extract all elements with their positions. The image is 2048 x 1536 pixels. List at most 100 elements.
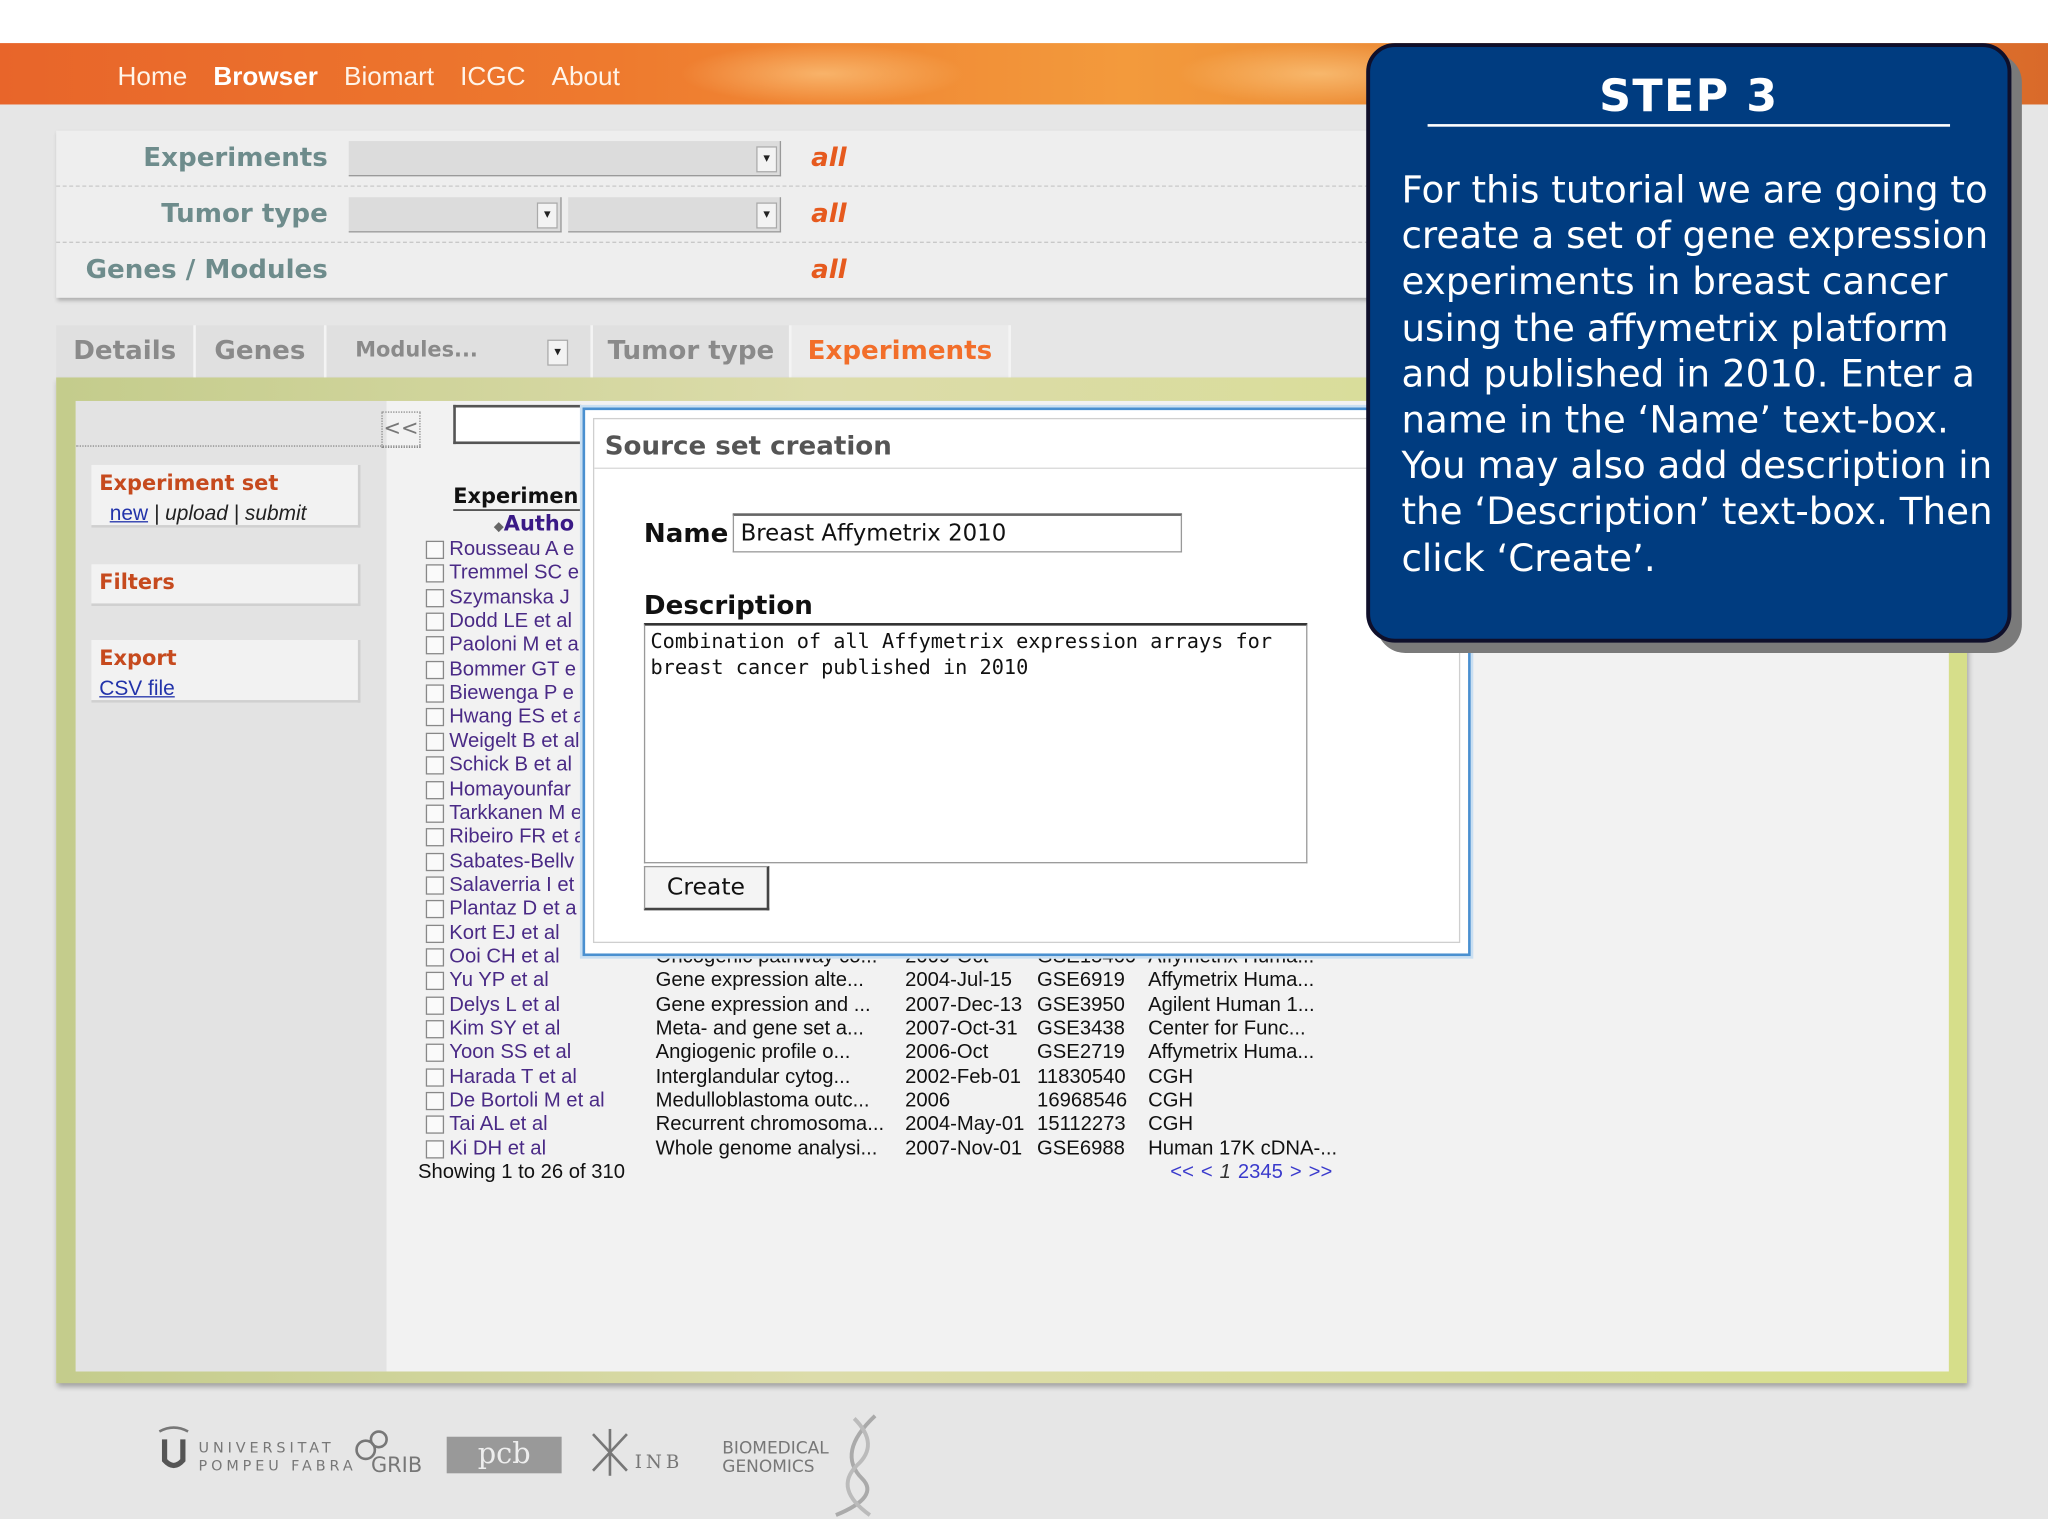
author-link[interactable]: Ki DH et al <box>449 1137 546 1161</box>
first-page-link[interactable]: << <box>1170 1161 1194 1183</box>
row-checkbox[interactable] <box>425 756 445 775</box>
screen: Home Browser Biomart ICGC About Experime… <box>0 0 2048 1536</box>
row-checkbox[interactable] <box>425 684 445 703</box>
collapse-sidebar-button[interactable]: << <box>381 411 421 448</box>
tab-tumor-type[interactable]: Tumor type <box>592 325 792 378</box>
author-link[interactable]: Yu YP et al <box>449 970 548 994</box>
author-link[interactable]: Kim SY et al <box>449 1017 560 1041</box>
row-checkbox[interactable] <box>425 876 445 895</box>
description-field[interactable]: Combination of all Affymetrix expression… <box>643 623 1308 864</box>
inb-logo-text: INB <box>634 1452 684 1474</box>
author-link[interactable]: Szymanska J <box>449 586 569 610</box>
row-checkbox[interactable] <box>425 996 445 1015</box>
row-checkbox[interactable] <box>425 900 445 919</box>
csv-export-link[interactable]: CSV file <box>99 678 174 702</box>
tab-experiments[interactable]: Experiments <box>791 325 1011 378</box>
row-checkbox[interactable] <box>425 540 445 560</box>
name-field[interactable] <box>732 513 1183 553</box>
nav-home[interactable]: Home <box>118 63 188 93</box>
upf-logo-icon <box>154 1424 193 1474</box>
submit-link[interactable]: submit <box>245 503 307 525</box>
author-link[interactable]: Dodd LE et al <box>449 610 572 634</box>
prev-page-link[interactable]: < <box>1201 1161 1213 1183</box>
row-checkbox[interactable] <box>425 1139 445 1159</box>
nav-about[interactable]: About <box>552 63 620 93</box>
row-checkbox[interactable] <box>425 708 445 727</box>
tab-modules[interactable]: Modules... ▾ <box>326 325 593 378</box>
row-checkbox[interactable] <box>425 636 445 655</box>
row-checkbox[interactable] <box>425 780 445 799</box>
sidebar: Experiment set new | upload | submit Fil… <box>75 400 387 1372</box>
create-button[interactable]: Create <box>643 865 770 911</box>
footer-logos: UNIVERSITAT POMPEU FABRA GRIB pcb INB BI… <box>0 1384 2048 1536</box>
author-link[interactable]: Kort EJ et al <box>449 922 559 946</box>
author-link[interactable]: Paoloni M et a <box>449 634 578 658</box>
last-page-link[interactable]: >> <box>1309 1161 1333 1183</box>
row-checkbox[interactable] <box>425 588 445 607</box>
row-checkbox[interactable] <box>425 852 445 871</box>
dialog-title[interactable]: Source set creation <box>605 430 892 461</box>
page-link[interactable]: 2 <box>1238 1161 1249 1183</box>
row-checkbox[interactable] <box>425 828 445 847</box>
row-checkbox[interactable] <box>425 1044 445 1063</box>
row-checkbox[interactable] <box>425 732 445 751</box>
author-link[interactable]: Tai AL et al <box>449 1113 547 1137</box>
author-link[interactable]: Yoon SS et al <box>449 1041 571 1065</box>
callout-title: STEP 3 <box>1599 70 1779 123</box>
row-checkbox[interactable] <box>425 924 445 943</box>
table-search-input[interactable] <box>453 404 582 445</box>
dialog-body: Source set creation Name Description Com… <box>592 417 1465 944</box>
author-link[interactable]: Tremmel SC e <box>449 562 579 586</box>
nav-biomart[interactable]: Biomart <box>344 63 434 93</box>
row-checkbox[interactable] <box>425 804 445 823</box>
author-link[interactable]: De Bortoli M et al <box>449 1089 604 1113</box>
tab-details[interactable]: Details <box>56 325 196 378</box>
filters-title[interactable]: Filters <box>99 569 175 594</box>
tumor-type-select-secondary[interactable]: ▾ <box>568 197 782 233</box>
biomedical-genomics-logo-bottom: GENOMICS <box>722 1457 815 1478</box>
author-link[interactable]: Tarkkanen M e <box>449 802 582 826</box>
genes-modules-filter-value[interactable]: all <box>811 253 847 284</box>
row-checkbox[interactable] <box>425 948 445 967</box>
upload-link[interactable]: upload <box>165 503 228 525</box>
dialog-title-divider <box>594 467 1465 469</box>
tumor-type-filter-label: Tumor type <box>161 197 328 229</box>
tumor-type-filter-value[interactable]: all <box>811 197 847 228</box>
author-link[interactable]: Rousseau A e <box>449 538 574 562</box>
row-checkbox[interactable] <box>425 1020 445 1039</box>
author-link[interactable]: Delys L et al <box>449 993 560 1017</box>
author-link[interactable]: Harada T et al <box>449 1065 577 1089</box>
row-checkbox[interactable] <box>425 972 445 991</box>
tab-genes[interactable]: Genes <box>195 325 327 378</box>
author-link[interactable]: Ooi CH et al <box>449 946 559 970</box>
experiments-filter-value[interactable]: all <box>811 141 847 172</box>
tutorial-callout: STEP 3 For this tutorial we are going to… <box>1366 43 2012 643</box>
callout-divider <box>1427 124 1951 127</box>
row-checkbox[interactable] <box>425 612 445 631</box>
author-link[interactable]: Homayounfar <box>449 778 571 802</box>
author-link[interactable]: Biewenga P e <box>449 682 574 706</box>
row-checkbox[interactable] <box>425 1115 445 1135</box>
author-link[interactable]: Plantaz D et a <box>449 898 576 922</box>
row-checkbox[interactable] <box>425 564 445 583</box>
nav-browser[interactable]: Browser <box>213 63 318 93</box>
author-link[interactable]: Bommer GT e <box>449 658 576 682</box>
row-checkbox[interactable] <box>425 1091 445 1111</box>
new-link[interactable]: new <box>110 503 148 525</box>
tumor-type-select-primary[interactable]: ▾ <box>348 197 562 233</box>
experiments-select[interactable]: ▾ <box>348 141 782 177</box>
page-link[interactable]: 3 <box>1249 1161 1260 1183</box>
author-link[interactable]: Hwang ES et a <box>449 706 584 730</box>
row-checkbox[interactable] <box>425 660 445 679</box>
author-link[interactable]: Schick B et al <box>449 754 572 778</box>
main-nav: Home Browser Biomart ICGC About <box>118 63 620 93</box>
next-page-link[interactable]: > <box>1290 1161 1302 1183</box>
author-link[interactable]: Salaverria I et <box>449 874 574 898</box>
page-link[interactable]: 5 <box>1272 1161 1283 1183</box>
author-link[interactable]: Weigelt B et al <box>449 730 579 754</box>
row-checkbox[interactable] <box>425 1067 445 1087</box>
author-link[interactable]: Ribeiro FR et a <box>449 826 585 850</box>
nav-icgc[interactable]: ICGC <box>460 63 525 93</box>
author-link[interactable]: Sabates-Bellv <box>449 850 574 874</box>
page-link[interactable]: 4 <box>1260 1161 1271 1183</box>
